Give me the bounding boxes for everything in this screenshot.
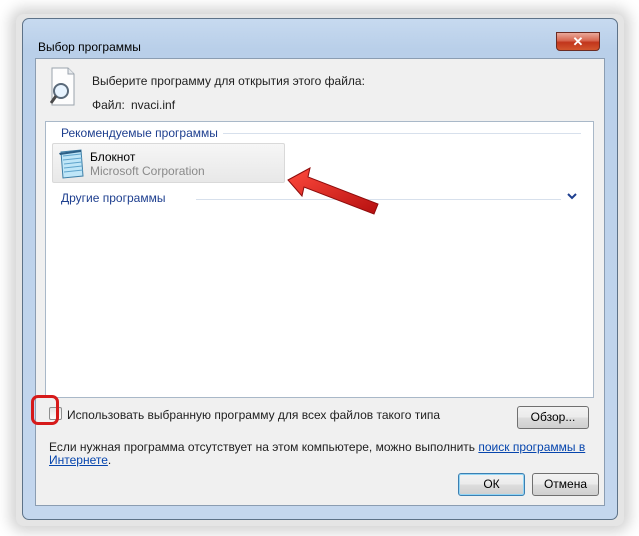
- program-name: Блокнот: [90, 150, 136, 164]
- browse-button[interactable]: Обзор...: [517, 406, 589, 429]
- dialog-prompt: Выберите программу для открытия этого фа…: [92, 74, 365, 88]
- file-search-icon: [50, 67, 75, 106]
- group-header-recommended[interactable]: Рекомендуемые программы: [61, 126, 218, 140]
- close-icon: ✕: [572, 34, 584, 49]
- search-online-link[interactable]: поиск программы в: [478, 440, 585, 454]
- close-button[interactable]: ✕: [556, 32, 600, 51]
- info-text-after: .: [107, 453, 112, 467]
- notepad-icon: [59, 149, 84, 179]
- file-name: nvaci.inf: [131, 98, 176, 112]
- program-company: Microsoft Corporation: [90, 164, 205, 178]
- file-label: Файл:: [92, 98, 125, 112]
- window-title: Выбор программы: [38, 40, 141, 54]
- info-text-line2: Интернете.: [49, 453, 111, 467]
- dialog-client-area: Выберите программу для открытия этого фа…: [35, 58, 605, 506]
- annotation-highlight-box: [31, 395, 59, 425]
- info-text: Если нужная программа отсутствует на это…: [49, 440, 585, 454]
- group-header-other[interactable]: Другие программы: [61, 191, 165, 205]
- search-online-link-continued[interactable]: Интернете: [49, 453, 108, 467]
- cancel-button[interactable]: Отмена: [532, 473, 599, 496]
- annotation-arrow-icon: [287, 167, 379, 215]
- ok-button[interactable]: ОК: [458, 473, 525, 496]
- open-with-dialog: Выбор программы ✕ Выберите программу для…: [22, 18, 618, 520]
- chevron-down-icon[interactable]: [567, 193, 577, 201]
- group-divider: [223, 133, 581, 134]
- info-text-before: Если нужная программа отсутствует на это…: [49, 440, 476, 454]
- program-item-notepad[interactable]: Блокнот Microsoft Corporation: [52, 143, 285, 183]
- always-use-label[interactable]: Использовать выбранную программу для все…: [67, 408, 440, 422]
